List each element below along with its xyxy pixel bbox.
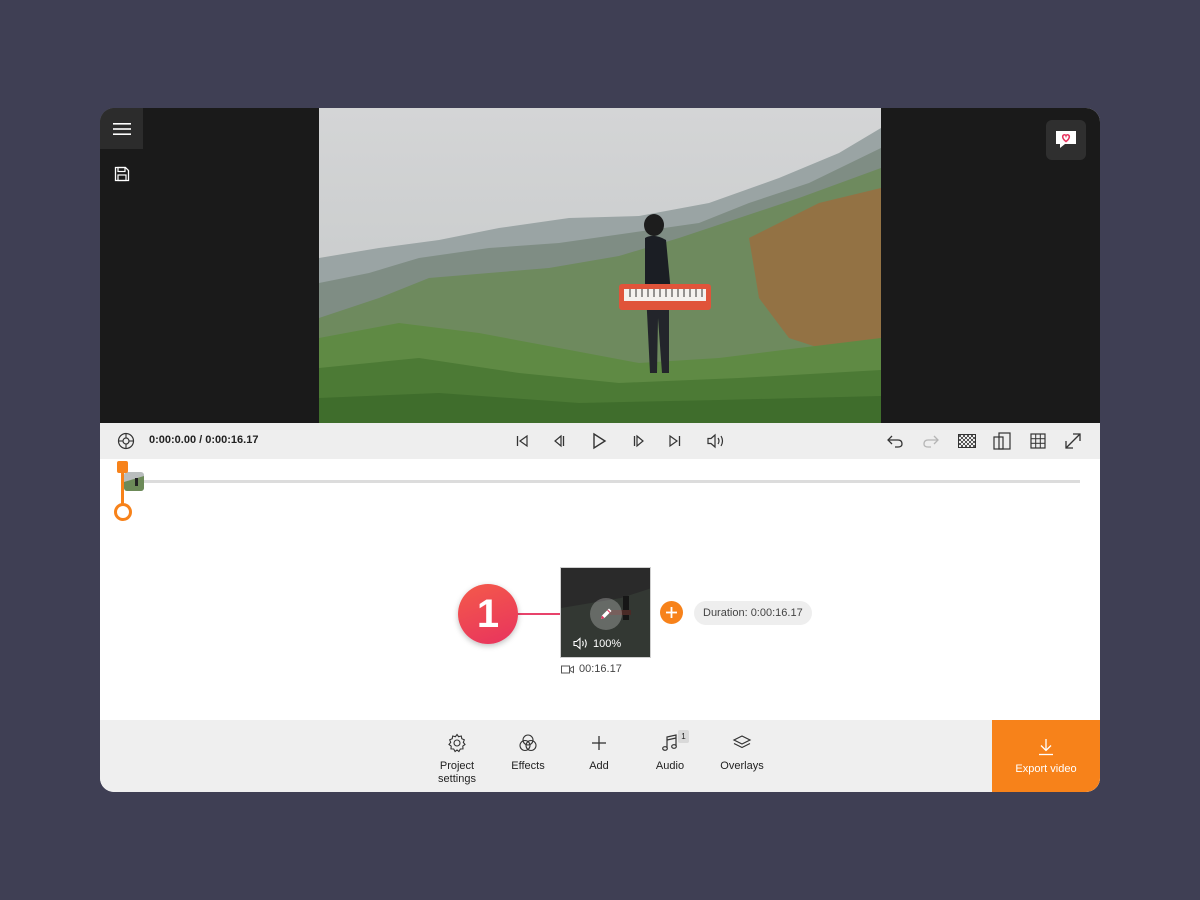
hamburger-icon [112, 122, 131, 135]
volume-icon [573, 637, 587, 650]
audio-count-badge: 1 [678, 730, 689, 743]
audio-button[interactable]: 1 Audio [635, 730, 705, 773]
layers-icon [732, 735, 752, 749]
add-clip-button[interactable] [660, 601, 683, 624]
step-back-icon [554, 434, 565, 448]
settings-wheel-icon [117, 432, 135, 450]
undo-icon [887, 435, 903, 448]
hamburger-menu-button[interactable] [100, 108, 143, 149]
add-label: Add [589, 760, 609, 772]
grid-button[interactable] [1027, 431, 1049, 451]
project-settings-button[interactable]: Project settings [422, 732, 492, 786]
save-icon [114, 166, 130, 182]
export-video-button[interactable]: Export video [992, 720, 1100, 792]
step-forward-button[interactable] [630, 432, 648, 450]
plus-icon [592, 736, 606, 750]
aspect-icon [993, 432, 1011, 450]
background-button[interactable] [956, 431, 978, 451]
video-preview[interactable] [319, 108, 881, 423]
edit-clip-button[interactable] [590, 598, 622, 630]
playhead-marker[interactable] [117, 461, 128, 473]
skip-start-icon [516, 434, 528, 448]
time-readout: 0:00:0.00 / 0:00:16.17 [149, 434, 259, 446]
grid-icon [1030, 433, 1046, 449]
playhead-handle[interactable] [114, 503, 132, 521]
fullscreen-icon [1065, 433, 1081, 449]
storyboard-clip[interactable]: 100% [560, 567, 651, 658]
total-duration-pill: Duration: 0:00:16.17 [694, 601, 812, 625]
effects-label: Effects [511, 760, 545, 772]
skip-start-button[interactable] [513, 432, 531, 450]
redo-button[interactable] [920, 431, 942, 451]
timeline-scrubber[interactable] [100, 459, 1100, 539]
clip-volume[interactable]: 100% [573, 637, 621, 650]
effects-icon [519, 734, 537, 752]
bottom-toolbar: Project settings Effects Add 1 Audio Ove… [100, 720, 1100, 792]
camera-icon [561, 665, 574, 673]
preview-area [100, 108, 1100, 423]
play-icon [593, 432, 607, 450]
undo-button[interactable] [884, 431, 906, 451]
clip-duration: 00:16.17 [561, 663, 622, 675]
feedback-button[interactable] [1046, 120, 1086, 160]
volume-button[interactable] [705, 431, 727, 451]
timeline-track[interactable] [130, 480, 1080, 483]
video-frame-image [319, 108, 881, 423]
aspect-ratio-button[interactable] [991, 431, 1013, 451]
video-editor-window: 0:00:0.00 / 0:00:16.17 100% 00:16.17 Dur… [100, 108, 1100, 792]
clip-volume-value: 100% [593, 637, 622, 650]
settings-wheel-button[interactable] [116, 431, 136, 451]
skip-end-icon [669, 434, 681, 448]
plus-icon [666, 607, 677, 618]
redo-icon [923, 435, 939, 448]
export-video-label: Export video [1015, 762, 1077, 775]
playback-control-bar: 0:00:0.00 / 0:00:16.17 [100, 423, 1100, 459]
effects-button[interactable]: Effects [493, 732, 563, 773]
gear-icon [448, 733, 466, 753]
play-button[interactable] [588, 430, 610, 452]
save-button[interactable] [111, 163, 133, 185]
volume-icon [707, 433, 724, 449]
checker-icon [958, 434, 976, 448]
overlays-label: Overlays [720, 760, 764, 772]
skip-end-button[interactable] [666, 432, 684, 450]
project-settings-label: Project settings [438, 760, 476, 785]
download-icon [1039, 738, 1053, 755]
music-icon [662, 734, 677, 751]
step-back-button[interactable] [550, 432, 568, 450]
step-number-badge: 1 [458, 584, 518, 644]
timeline-clip-thumbnail [124, 472, 144, 491]
step-forward-icon [633, 434, 644, 448]
clip-duration-value: 00:16.17 [579, 663, 622, 675]
pencil-icon [601, 608, 612, 619]
audio-label: Audio [655, 760, 685, 772]
heart-chat-icon [1056, 131, 1076, 148]
overlays-button[interactable]: Overlays [707, 732, 777, 773]
fullscreen-button[interactable] [1062, 430, 1084, 452]
add-button[interactable]: Add [564, 732, 634, 773]
